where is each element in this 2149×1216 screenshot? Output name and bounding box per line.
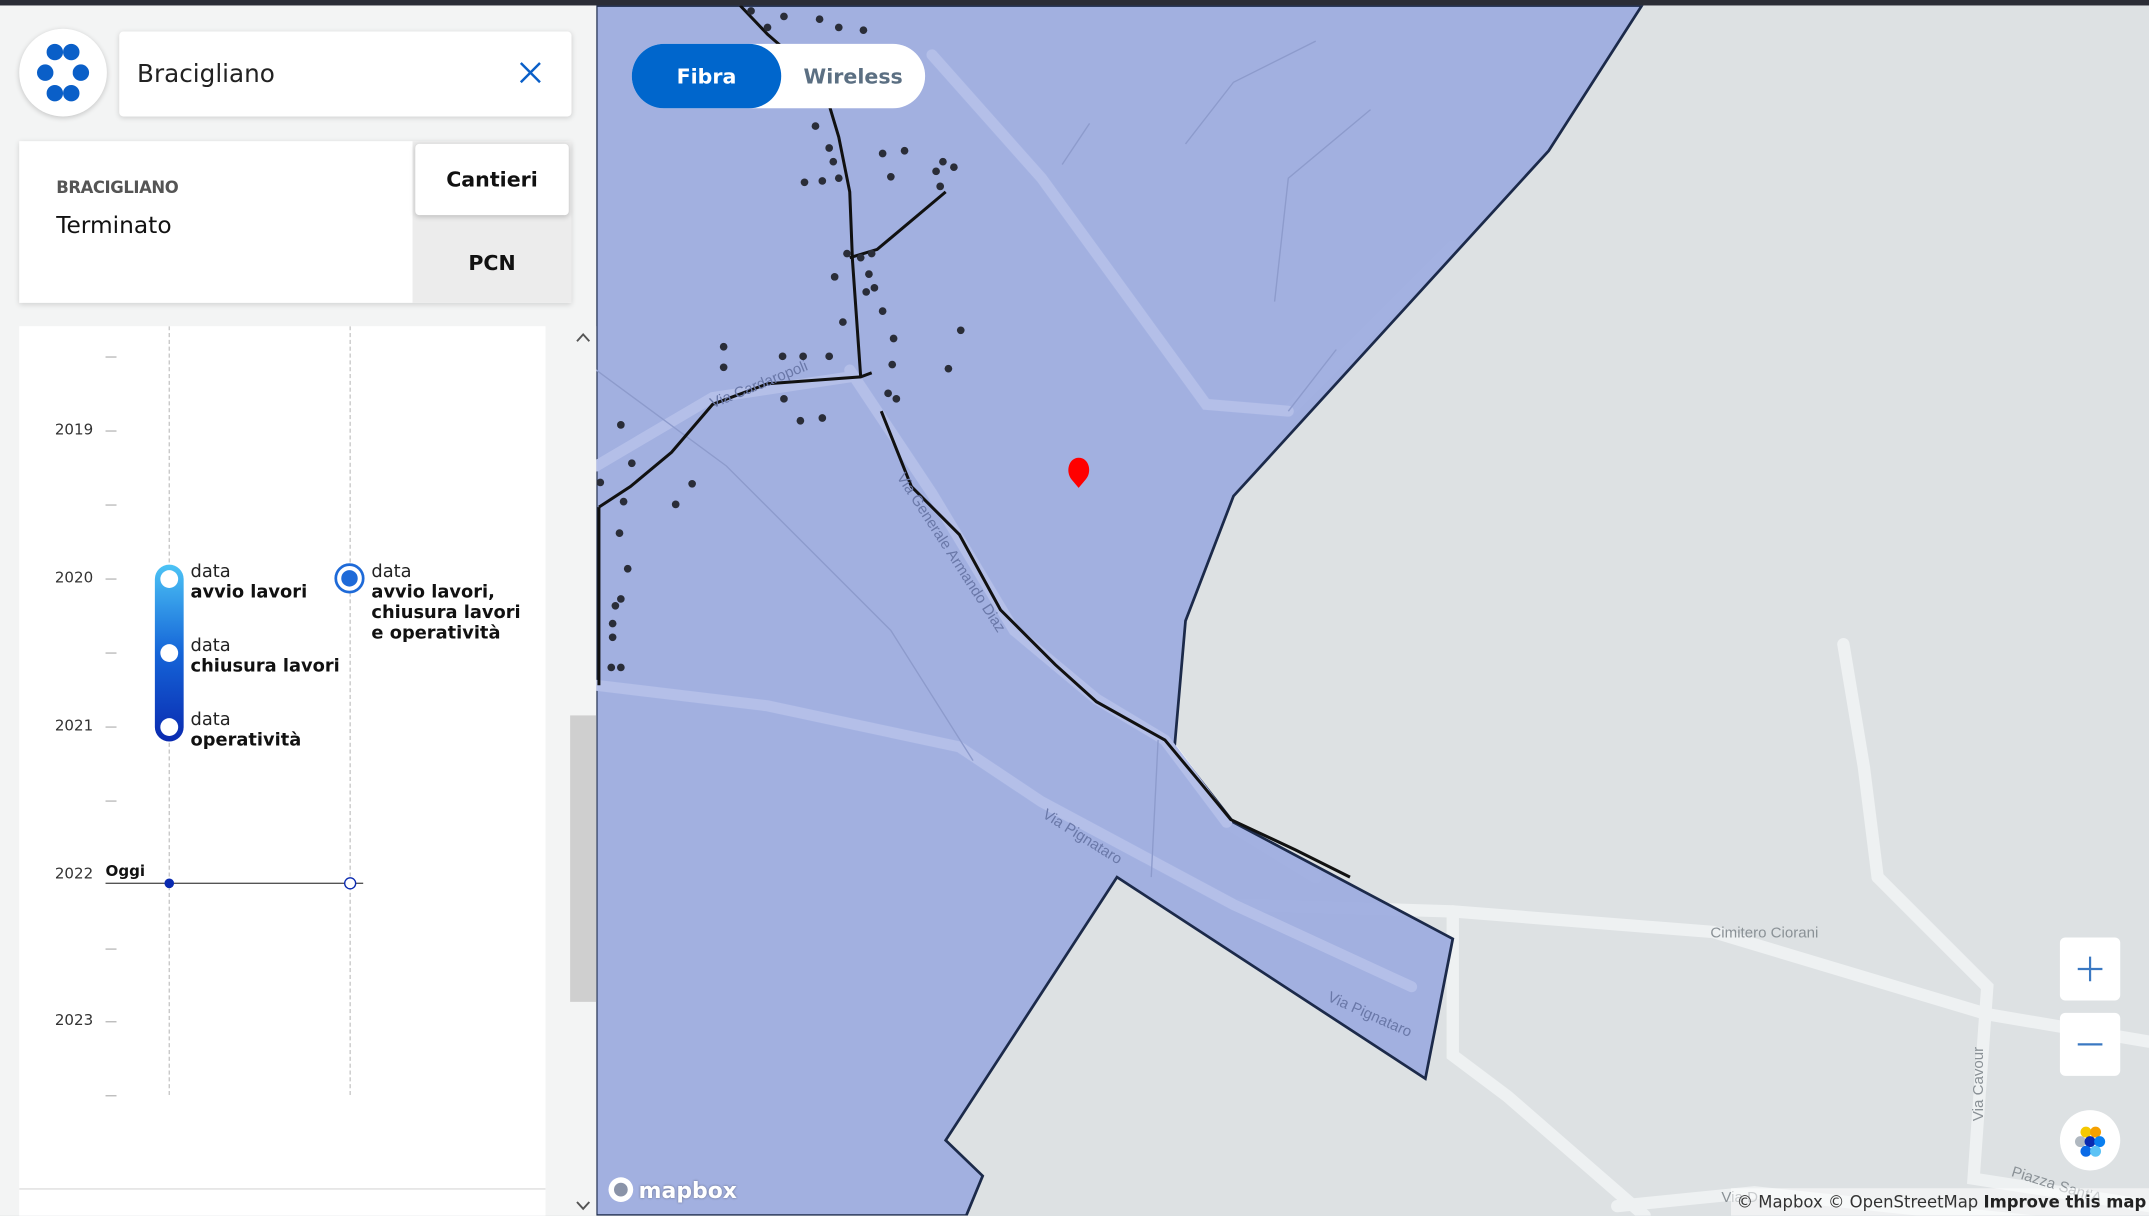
- card-tabs: Cantieri PCN: [412, 141, 572, 303]
- tick: [105, 430, 117, 432]
- track-line-2: [349, 326, 351, 1096]
- close-icon: [519, 62, 541, 84]
- mapbox-icon: [608, 1177, 634, 1202]
- today-dot: [164, 878, 175, 889]
- improve-map-link[interactable]: Improve this map: [1983, 1192, 2146, 1211]
- milestone-dot: [160, 570, 179, 588]
- osm-attribution-link[interactable]: © OpenStreetMap: [1828, 1192, 1978, 1211]
- network-toggle: Fibra Wireless: [631, 43, 926, 109]
- scrollbar[interactable]: [570, 326, 597, 1216]
- tick: [105, 1095, 117, 1097]
- municipality-name: BRACIGLIANO: [56, 178, 179, 198]
- year-label: 2021: [54, 716, 94, 735]
- divider: [19, 1188, 546, 1190]
- tick: [105, 948, 117, 950]
- scrollbar-thumb[interactable]: [570, 715, 597, 1002]
- dots-logo-icon: [2074, 1126, 2106, 1157]
- milestone-label: data avvio lavori, chiusura lavori e operat…: [371, 561, 521, 645]
- search-box: [119, 31, 572, 117]
- tick: [105, 652, 117, 654]
- tick: [105, 800, 117, 802]
- map[interactable]: Via Cardaropoli Via Generale Armando Dia…: [596, 5, 2149, 1216]
- timeline-panel: 2019 2020 2021 2022 2023 data avvio lavor…: [19, 326, 546, 1216]
- tab-pcn[interactable]: PCN: [415, 223, 569, 302]
- map-canvas[interactable]: Via Cardaropoli Via Generale Armando Dia…: [596, 5, 2149, 1216]
- today-dot-hollow: [344, 877, 357, 890]
- mapbox-attribution-link[interactable]: © Mapbox: [1737, 1192, 1823, 1211]
- tab-cantieri[interactable]: Cantieri: [415, 143, 569, 216]
- today-line: [105, 882, 364, 884]
- zoom-out-button[interactable]: [2059, 1012, 2121, 1076]
- tick: [105, 356, 117, 358]
- map-attribution: © Mapbox © OpenStreetMap Improve this ma…: [1731, 1188, 2149, 1216]
- toggle-wireless[interactable]: Wireless: [781, 44, 925, 108]
- today-label: Oggi: [105, 862, 146, 880]
- milestone-dot: [160, 644, 179, 662]
- scroll-down-icon[interactable]: [576, 1201, 591, 1212]
- tick: [105, 1021, 117, 1023]
- search-input[interactable]: [134, 52, 510, 96]
- mapbox-logo[interactable]: mapbox: [607, 1176, 737, 1203]
- logo-icon: [37, 43, 90, 102]
- app-logo[interactable]: [19, 28, 107, 117]
- plus-icon: [2077, 956, 2103, 982]
- municipality-card: BRACIGLIANO Terminato Cantieri PCN: [19, 141, 572, 303]
- clear-search-button[interactable]: [514, 56, 547, 89]
- toggle-fibra[interactable]: Fibra: [631, 43, 782, 109]
- year-label: 2023: [54, 1011, 94, 1030]
- zoom-in-button[interactable]: [2059, 937, 2121, 1001]
- street-label: Via Cavour: [1970, 1047, 1987, 1121]
- milestone-label: data avvio lavori: [190, 561, 308, 604]
- milestone-label: data chiusura lavori: [190, 635, 340, 678]
- year-label: 2020: [54, 568, 94, 587]
- status-text: Terminato: [56, 212, 172, 240]
- place-label: Cimitero Ciorani: [1710, 924, 1818, 941]
- tick: [105, 504, 117, 506]
- legend-button[interactable]: [2059, 1110, 2121, 1171]
- year-label: 2022: [54, 864, 94, 883]
- scroll-up-icon[interactable]: [576, 332, 591, 343]
- combined-milestone-marker[interactable]: [334, 563, 365, 594]
- coverage-area: [596, 5, 1644, 1216]
- year-label: 2019: [54, 420, 94, 439]
- milestone-dot: [160, 718, 179, 736]
- tick: [105, 578, 117, 580]
- milestone-label: data operatività: [190, 709, 302, 752]
- minus-icon: [2077, 1043, 2103, 1046]
- phase-bar[interactable]: [154, 564, 184, 742]
- mapbox-wordmark: mapbox: [638, 1176, 737, 1203]
- tick: [105, 726, 117, 728]
